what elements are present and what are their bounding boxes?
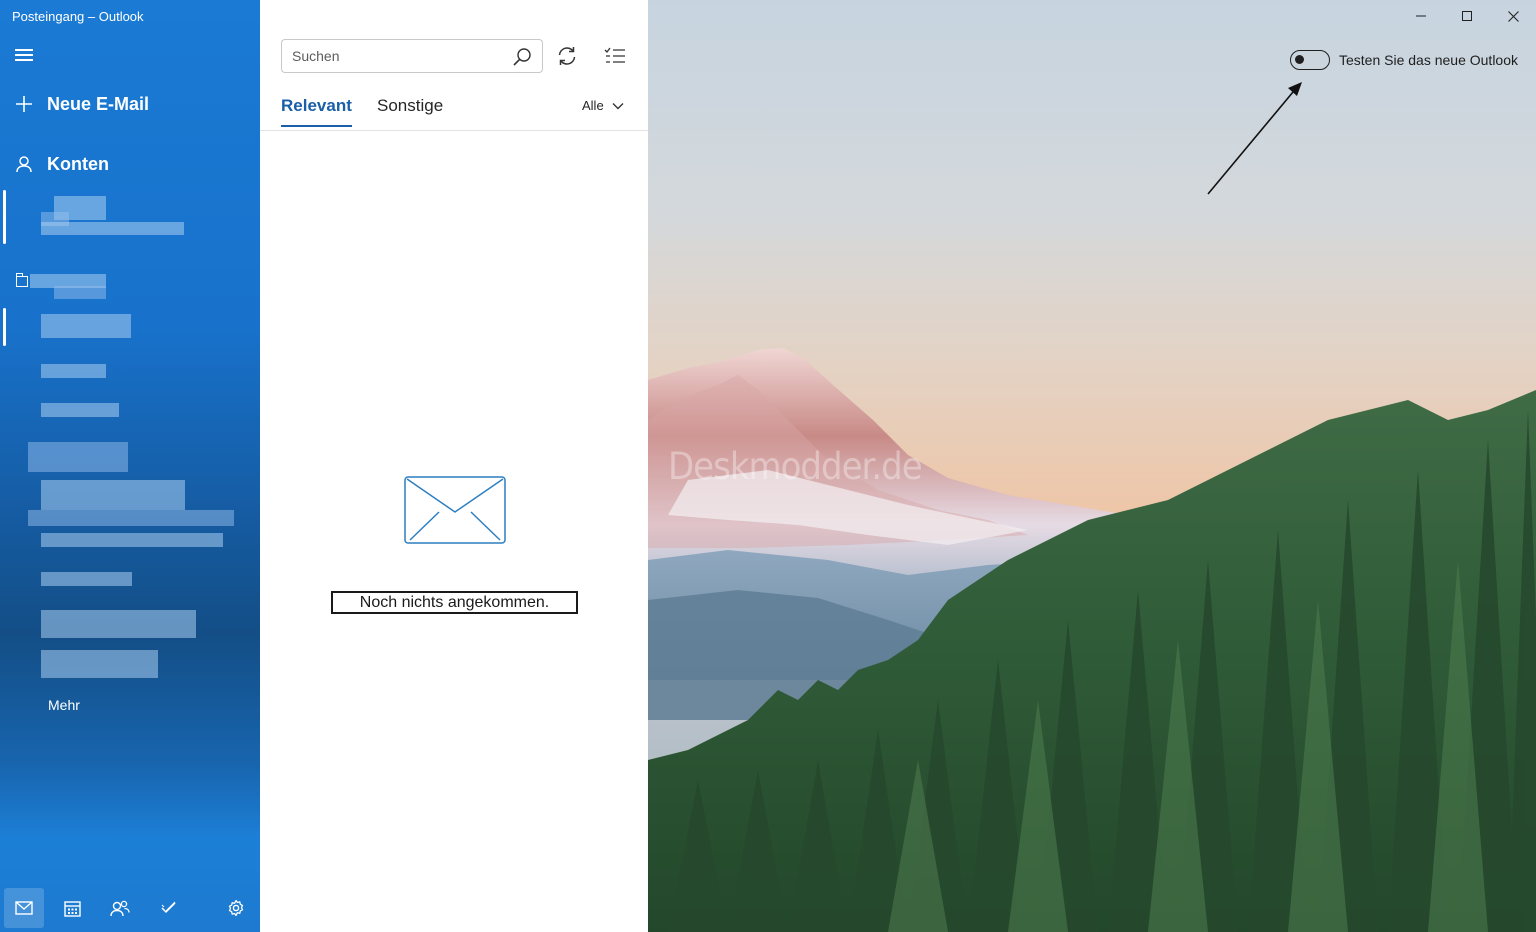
folder-item[interactable] xyxy=(41,650,158,678)
checklist-icon xyxy=(604,47,625,63)
folder-item[interactable] xyxy=(41,480,185,510)
watermark-logo: Deskmodder.de xyxy=(668,445,923,489)
todo-icon[interactable] xyxy=(148,888,188,928)
accounts-button[interactable]: Konten xyxy=(0,142,260,186)
chevron-down-icon xyxy=(612,102,624,109)
close-icon[interactable] xyxy=(1490,0,1536,32)
maximize-icon[interactable] xyxy=(1444,0,1490,32)
folder-item[interactable] xyxy=(41,610,196,638)
plus-icon xyxy=(0,95,47,113)
folder-item[interactable] xyxy=(41,364,106,378)
toggle-label: Testen Sie das neue Outlook xyxy=(1339,52,1519,68)
sync-button[interactable] xyxy=(553,42,581,70)
filter-label: Alle xyxy=(582,98,604,113)
message-list-pane: Relevant Sonstige Alle Noch nichts angek… xyxy=(260,0,648,932)
person-icon xyxy=(0,155,47,173)
sidebar: Posteingang – Outlook Neue E-Mail Konten… xyxy=(0,0,260,932)
folder-icon xyxy=(15,273,28,287)
accounts-label: Konten xyxy=(47,153,109,174)
folder-item[interactable] xyxy=(41,533,223,547)
people-icon[interactable] xyxy=(100,888,140,928)
reading-pane: Deskmodder.de Testen Sie das neue Outloo… xyxy=(648,0,1536,932)
tab-other[interactable]: Sonstige xyxy=(377,96,443,116)
settings-icon[interactable] xyxy=(216,888,256,928)
envelope-icon xyxy=(404,476,506,544)
new-mail-button[interactable]: Neue E-Mail xyxy=(0,82,260,126)
search-icon[interactable] xyxy=(512,47,532,67)
tab-active-indicator xyxy=(281,125,352,127)
search-input[interactable] xyxy=(292,46,504,66)
bottom-navigation xyxy=(0,884,260,932)
folder-item[interactable] xyxy=(41,572,132,586)
calendar-icon[interactable] xyxy=(52,888,92,928)
folder-selection-indicator xyxy=(3,308,6,346)
sync-icon xyxy=(558,47,576,65)
tab-relevant[interactable]: Relevant xyxy=(281,96,352,116)
empty-state-text: Noch nichts angekommen. xyxy=(331,591,578,614)
toggle-switch[interactable] xyxy=(1290,50,1330,70)
minimize-icon[interactable] xyxy=(1398,0,1444,32)
folder-item[interactable] xyxy=(41,314,131,338)
account-selection-indicator xyxy=(3,190,6,244)
filter-dropdown[interactable]: Alle xyxy=(582,98,624,113)
folder-item[interactable] xyxy=(41,403,119,417)
new-mail-label: Neue E-Mail xyxy=(47,93,150,114)
window-title: Posteingang – Outlook xyxy=(12,9,144,24)
folder-item[interactable] xyxy=(28,442,128,472)
hamburger-menu-icon[interactable] xyxy=(15,46,34,62)
more-link[interactable]: Mehr xyxy=(48,697,80,713)
mail-icon[interactable] xyxy=(4,888,44,928)
selection-mode-button[interactable] xyxy=(601,42,629,70)
divider xyxy=(260,130,648,131)
try-new-outlook-toggle[interactable]: Testen Sie das neue Outlook xyxy=(1290,50,1518,70)
search-box[interactable] xyxy=(281,39,543,73)
